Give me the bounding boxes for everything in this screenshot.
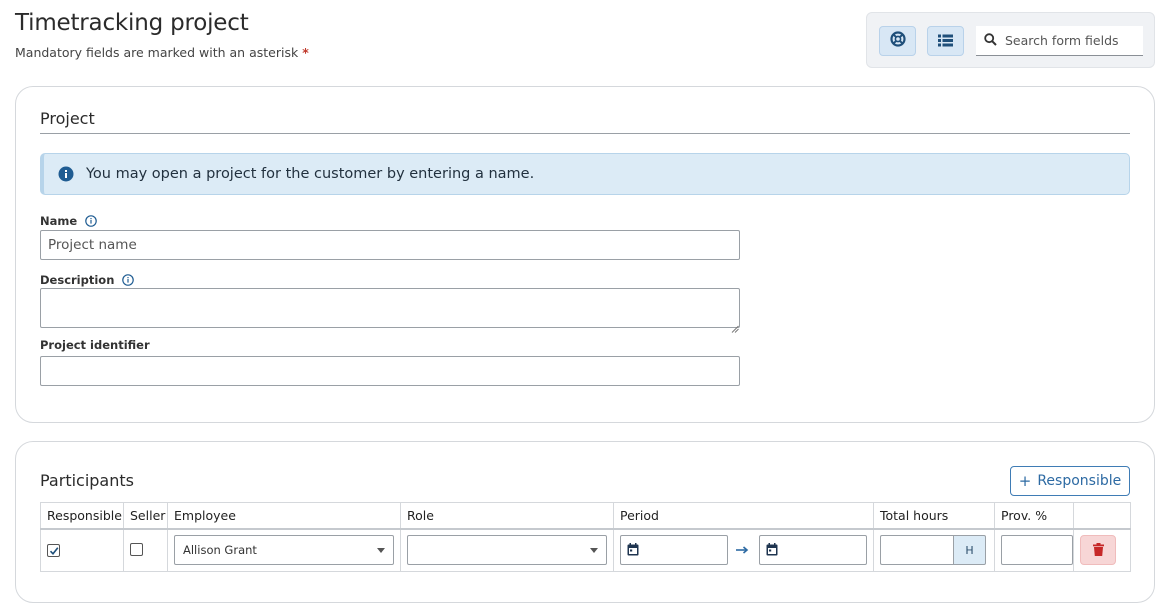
search-icon — [984, 31, 997, 50]
lifebuoy-icon — [889, 31, 906, 51]
help-button[interactable] — [879, 26, 916, 56]
search-input[interactable] — [1003, 32, 1138, 49]
table-header-row: Responsible Seller Employee Role Period … — [40, 502, 1131, 530]
column-header-period: Period — [613, 502, 874, 530]
actions-cell — [1073, 528, 1131, 572]
help-circle-icon[interactable] — [85, 215, 97, 227]
mandatory-hint: Mandatory fields are marked with an aste… — [15, 45, 309, 60]
project-name-input[interactable] — [40, 230, 740, 260]
add-responsible-button[interactable]: + Responsible — [1010, 466, 1130, 496]
table-row: Allison Grant H — [40, 528, 1131, 572]
info-banner-text: You may open a project for the customer … — [86, 166, 535, 182]
project-identifier-label-text: Project identifier — [40, 338, 150, 352]
participants-table: Responsible Seller Employee Role Period … — [40, 502, 1131, 572]
hours-unit-badge: H — [953, 535, 986, 566]
prov-percent-cell — [994, 528, 1074, 572]
column-header-employee: Employee — [167, 502, 401, 530]
period-start-input[interactable] — [620, 535, 728, 566]
project-section: Project You may open a project for the c… — [15, 86, 1155, 423]
column-header-responsible: Responsible — [40, 502, 124, 530]
help-circle-icon[interactable] — [122, 274, 135, 286]
resize-grip-icon[interactable] — [731, 318, 739, 337]
search-field[interactable] — [976, 26, 1143, 56]
arrow-right-icon — [736, 546, 749, 554]
employee-select[interactable]: Allison Grant — [174, 535, 394, 566]
seller-checkbox[interactable] — [130, 542, 143, 556]
role-cell — [400, 528, 614, 572]
calendar-icon[interactable] — [627, 541, 639, 560]
total-hours-input[interactable] — [880, 535, 953, 566]
form-toolbar — [866, 12, 1155, 68]
prov-percent-input[interactable] — [1001, 535, 1073, 566]
description-label-text: Description — [40, 273, 115, 287]
period-cell — [613, 528, 874, 572]
name-label: Name — [40, 214, 97, 228]
calendar-icon[interactable] — [766, 541, 778, 560]
employee-cell: Allison Grant — [167, 528, 401, 572]
chevron-down-icon — [377, 547, 385, 553]
info-banner: You may open a project for the customer … — [40, 153, 1130, 195]
role-select[interactable] — [407, 535, 607, 566]
list-icon — [938, 32, 953, 51]
total-hours-cell: H — [873, 528, 995, 572]
chevron-down-icon — [590, 547, 598, 553]
column-header-seller: Seller — [123, 502, 168, 530]
seller-cell — [123, 528, 168, 572]
column-header-actions — [1073, 502, 1131, 530]
employee-value: Allison Grant — [183, 543, 257, 558]
mandatory-hint-text: Mandatory fields are marked with an aste… — [15, 45, 299, 60]
info-icon — [58, 166, 74, 182]
column-header-total-hours: Total hours — [873, 502, 995, 530]
description-textarea[interactable] — [40, 288, 740, 328]
participants-section: Participants + Responsible Responsible S… — [15, 441, 1155, 603]
project-identifier-label: Project identifier — [40, 338, 150, 352]
period-end-input[interactable] — [759, 535, 867, 566]
participants-section-title: Participants — [40, 471, 134, 490]
project-identifier-input[interactable] — [40, 356, 740, 386]
section-divider — [40, 133, 1130, 134]
name-label-text: Name — [40, 214, 78, 228]
responsible-checkbox[interactable] — [47, 544, 60, 558]
description-label: Description — [40, 273, 135, 287]
column-header-role: Role — [400, 502, 614, 530]
checkmark-icon — [49, 547, 58, 555]
asterisk-marker: * — [302, 45, 309, 60]
add-responsible-label: Responsible — [1037, 473, 1122, 489]
responsible-cell — [40, 528, 124, 572]
column-header-prov-percent: Prov. % — [994, 502, 1074, 530]
trash-icon — [1092, 541, 1104, 560]
page-title: Timetracking project — [15, 10, 249, 36]
plus-icon: + — [1018, 472, 1032, 490]
project-section-title: Project — [40, 109, 95, 128]
field-list-button[interactable] — [927, 26, 964, 56]
delete-row-button[interactable] — [1080, 535, 1116, 566]
